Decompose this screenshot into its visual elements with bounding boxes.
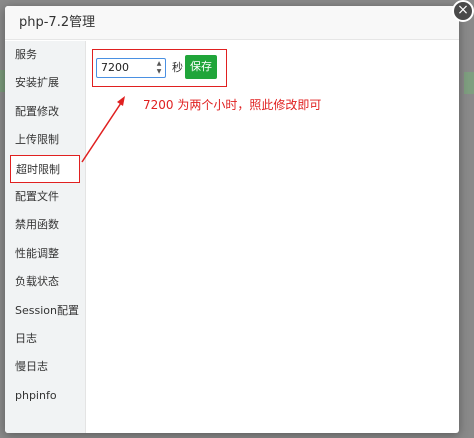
sidebar-item-slow-log[interactable]: 慢日志 xyxy=(5,353,85,381)
sidebar-item-service[interactable]: 服务 xyxy=(5,41,85,69)
save-button[interactable]: 保存 xyxy=(185,55,217,79)
sidebar-item-performance[interactable]: 性能调整 xyxy=(5,240,85,268)
spinner-controls[interactable]: ▲ ▼ xyxy=(155,60,163,76)
sidebar-item-phpinfo[interactable]: phpinfo xyxy=(5,382,85,410)
sidebar-item-config-modify[interactable]: 配置修改 xyxy=(5,98,85,126)
sidebar-item-log[interactable]: 日志 xyxy=(5,325,85,353)
timeout-settings-panel: 7200 ▲ ▼ 秒 保存 7200 为两个小时，照此修改即可 xyxy=(87,41,459,433)
annotation-note: 7200 为两个小时，照此修改即可 xyxy=(143,98,322,112)
settings-sidebar: 服务 安装扩展 配置修改 上传限制 超时限制 配置文件 禁用函数 性能调整 负载… xyxy=(5,41,86,433)
sidebar-item-load-status[interactable]: 负载状态 xyxy=(5,268,85,296)
sidebar-item-timeout-limit[interactable]: 超时限制 xyxy=(10,154,80,183)
timeout-unit-label: 秒 xyxy=(172,61,183,74)
sidebar-item-install-extension[interactable]: 安装扩展 xyxy=(5,69,85,97)
timeout-value: 7200 xyxy=(101,61,129,74)
close-icon[interactable]: × xyxy=(452,0,474,22)
sidebar-item-upload-limit[interactable]: 上传限制 xyxy=(5,126,85,154)
backdrop-strip-right xyxy=(464,72,474,94)
spinner-down-icon[interactable]: ▼ xyxy=(155,68,163,76)
sidebar-item-disabled-functions[interactable]: 禁用函数 xyxy=(5,211,85,239)
php-manage-dialog: php-7.2管理 服务 安装扩展 配置修改 上传限制 超时限制 配置文件 禁用… xyxy=(5,6,459,433)
dialog-title: php-7.2管理 xyxy=(5,6,459,40)
spinner-up-icon[interactable]: ▲ xyxy=(155,60,163,68)
sidebar-item-session-config[interactable]: Session配置 xyxy=(5,297,85,325)
sidebar-item-config-file[interactable]: 配置文件 xyxy=(5,183,85,211)
timeout-input[interactable]: 7200 ▲ ▼ xyxy=(96,58,166,78)
